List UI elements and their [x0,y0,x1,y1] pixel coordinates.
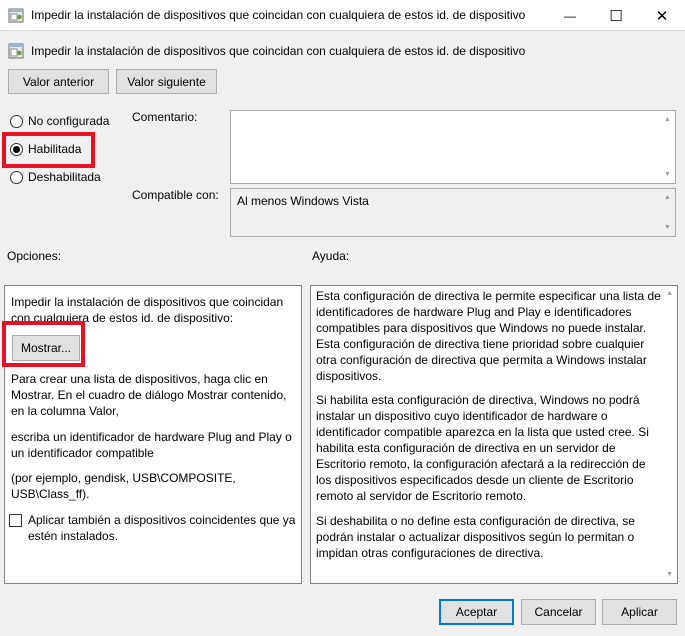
comment-label: Comentario: [132,110,198,124]
cancel-button[interactable]: Cancelar [521,599,596,625]
options-para-2: escriba un identificador de hardware Plu… [11,430,292,460]
policy-title: Impedir la instalación de dispositivos q… [31,44,526,58]
close-button[interactable]: ✕ [639,0,685,31]
policy-setting-icon [8,8,24,23]
help-para-2: Si habilita esta configuración de direct… [316,393,649,503]
comment-textarea[interactable]: ▲ ▼ [230,110,676,184]
scroll-down-icon[interactable]: ▼ [663,171,672,179]
radio-button-off[interactable] [10,170,23,184]
compatible-label: Compatible con: [132,188,219,202]
scroll-up-icon[interactable]: ▲ [665,290,674,298]
minimize-button[interactable]: — [547,0,593,31]
radio-disabled[interactable]: Deshabilitada [10,170,101,184]
options-line-1: Impedir la instalación de dispositivos q… [11,295,284,309]
help-para-3: Si deshabilita o no define esta configur… [316,514,635,560]
maximize-icon: ☐ [609,7,623,25]
close-icon: ✕ [655,7,669,25]
compatible-value: Al menos Windows Vista [237,194,369,208]
help-para-1: Esta configuración de directiva le permi… [316,289,661,383]
help-heading: Ayuda: [312,249,350,263]
options-para-3: (por ejemplo, gendisk, USB\COMPOSITE, US… [11,471,236,501]
maximize-button[interactable]: ☐ [593,0,639,31]
radio-button-on[interactable] [10,142,23,156]
apply-existing-checkbox[interactable] [9,514,22,527]
scroll-up-icon[interactable]: ▲ [663,194,672,202]
radio-label: Deshabilitada [28,170,101,184]
window-title: Impedir la instalación de dispositivos q… [31,8,526,22]
ok-button[interactable]: Aceptar [439,599,514,625]
highlight-box [2,321,85,367]
scroll-up-icon[interactable]: ▲ [663,116,672,124]
options-para-1: Para crear una lista de dispositivos, ha… [11,372,287,418]
policy-setting-icon [8,43,24,59]
radio-label: Habilitada [28,142,82,156]
apply-button[interactable]: Aplicar [602,599,677,625]
next-setting-button[interactable]: Valor siguiente [116,69,217,94]
options-heading: Opciones: [7,249,62,263]
checkbox-label: Aplicar también a dispositivos coinciden… [28,513,296,543]
title-bar: Impedir la instalación de dispositivos q… [0,0,685,31]
scroll-down-icon[interactable]: ▼ [665,571,674,579]
help-panel: Esta configuración de directiva le permi… [310,285,678,584]
radio-button-off[interactable] [10,114,23,128]
radio-enabled[interactable]: Habilitada [10,142,81,156]
scroll-down-icon[interactable]: ▼ [663,224,672,232]
minimize-icon: — [564,8,576,23]
radio-label: No configurada [28,114,110,128]
radio-not-configured[interactable]: No configurada [10,114,109,128]
apply-existing-checkbox-row[interactable]: Aplicar también a dispositivos coinciden… [9,512,297,544]
compatible-field[interactable]: Al menos Windows Vista ▲ ▼ [230,188,676,237]
previous-setting-button[interactable]: Valor anterior [8,69,109,94]
